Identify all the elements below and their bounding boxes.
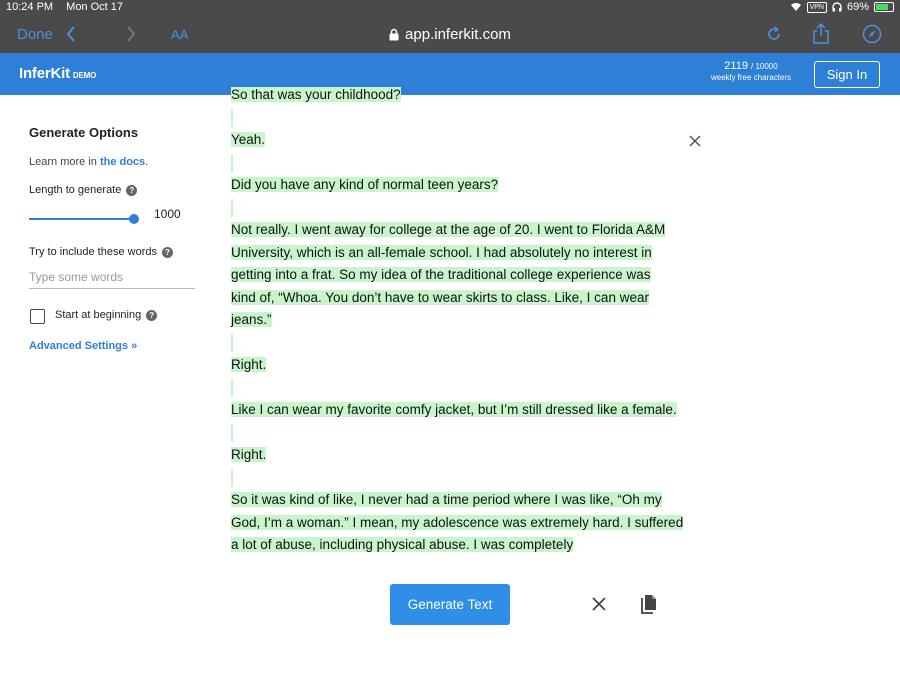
text-line: University, which is an all-female schoo… <box>231 242 691 265</box>
highlighted-text: So that was your childhood? <box>231 87 401 102</box>
text-line: Yeah. <box>231 129 691 152</box>
logo[interactable]: InferKit DEMO <box>19 65 96 82</box>
sign-in-button[interactable]: Sign In <box>814 61 880 88</box>
empty-line <box>231 197 691 220</box>
generate-text-button[interactable]: Generate Text <box>390 584 510 625</box>
learn-more-prefix: Learn more in <box>29 156 100 168</box>
empty-line <box>231 467 691 490</box>
url-text: app.inferkit.com <box>405 25 511 43</box>
character-quota: 2119 / 10000 weekly free characters <box>700 61 802 83</box>
reload-button[interactable] <box>766 15 782 53</box>
logo-text: InferKit <box>19 65 70 82</box>
slider-track <box>29 218 133 220</box>
text-line: God, I’m a woman.” I mean, my adolescenc… <box>231 512 691 535</box>
highlighted-text: Right. <box>231 357 267 372</box>
highlighted-text <box>231 198 233 217</box>
words-label-text: Try to include these words <box>29 246 157 258</box>
text-line: Did you have any kind of normal teen yea… <box>231 174 691 197</box>
empty-line <box>231 377 691 400</box>
address-bar[interactable]: app.inferkit.com <box>0 15 900 53</box>
empty-line <box>231 422 691 445</box>
start-label-text: Start at beginning <box>55 309 142 321</box>
compass-icon <box>862 24 882 44</box>
start-at-beginning-checkbox[interactable] <box>30 309 45 324</box>
wifi-icon <box>790 3 801 11</box>
empty-line <box>231 107 691 130</box>
vpn-badge: VPN <box>806 1 827 13</box>
highlighted-text: Right. <box>231 447 267 462</box>
text-line: So it was kind of like, I never had a ti… <box>231 489 691 512</box>
length-value: 1000 <box>154 207 181 221</box>
highlighted-text: Yeah. <box>231 132 266 147</box>
text-line: jeans.” <box>231 309 691 332</box>
text-line: Like I can wear my favorite comfy jacket… <box>231 399 691 422</box>
highlighted-text: God, I’m a woman.” I mean, my adolescenc… <box>231 514 684 530</box>
highlighted-text: jeans.” <box>231 312 272 327</box>
generated-text-area[interactable]: So that was your childhood? Yeah. Did you … <box>231 84 691 557</box>
learn-more-suffix: . <box>145 156 149 168</box>
help-icon[interactable]: ? <box>161 247 173 258</box>
text-line: a lot of abuse, including physical abuse… <box>231 534 691 557</box>
status-date: Mon Oct 17 <box>66 1 124 13</box>
highlighted-text: Did you have any kind of normal teen yea… <box>231 177 499 192</box>
words-input[interactable] <box>29 265 195 289</box>
copy-icon[interactable] <box>640 594 658 614</box>
share-button[interactable] <box>812 15 830 53</box>
text-line: Right. <box>231 444 691 467</box>
options-title: Generate Options <box>29 125 139 140</box>
highlighted-text <box>231 108 233 127</box>
empty-line <box>231 152 691 175</box>
text-line: Right. <box>231 354 691 377</box>
learn-more-text: Learn more in the docs. <box>29 156 148 168</box>
help-icon[interactable]: ? <box>126 185 138 196</box>
highlighted-text: So it was kind of like, I never had a ti… <box>231 492 662 507</box>
docs-link[interactable]: the docs <box>100 156 145 168</box>
chars-caption: weekly free characters <box>710 73 792 82</box>
browser-toolbar: Done AA app.inferkit.com <box>0 15 900 53</box>
highlighted-text: Like I can wear my favorite comfy jacket… <box>231 402 677 417</box>
status-bar: 10:24 PM Mon Oct 17 VPN 69% <box>0 0 900 15</box>
lock-icon <box>389 28 399 41</box>
text-line: So that was your childhood? <box>231 84 691 107</box>
text-line: getting into a frat. So my idea of the t… <box>231 264 691 287</box>
empty-line <box>231 332 691 355</box>
headphones-icon <box>832 2 842 12</box>
words-label: Try to include these words? <box>29 246 173 258</box>
clear-icon[interactable] <box>592 597 606 611</box>
highlighted-text: getting into a frat. So my idea of the t… <box>231 267 651 282</box>
highlighted-text <box>231 153 233 172</box>
highlighted-text <box>231 468 233 487</box>
status-time: 10:24 PM <box>6 1 54 13</box>
start-at-beginning-label: Start at beginning? <box>55 309 158 321</box>
help-icon[interactable]: ? <box>146 310 158 321</box>
text-line: Not really. I went away for college at t… <box>231 219 691 242</box>
length-slider[interactable] <box>29 213 139 225</box>
battery-percent: 69% <box>846 1 869 13</box>
reload-icon <box>768 26 780 40</box>
slider-thumb[interactable] <box>129 214 139 224</box>
demo-tag: DEMO <box>72 71 97 80</box>
share-icon <box>813 23 829 44</box>
highlighted-text: a lot of abuse, including physical abuse… <box>231 537 574 552</box>
chars-total: / 10000 <box>751 62 778 71</box>
highlighted-text <box>231 333 233 352</box>
length-label-text: Length to generate <box>29 184 122 196</box>
advanced-settings-link[interactable]: Advanced Settings » <box>29 340 137 352</box>
highlighted-text <box>231 423 233 442</box>
compass-button[interactable] <box>862 15 882 53</box>
highlighted-text: University, which is an all-female schoo… <box>231 244 652 260</box>
close-icon[interactable] <box>688 134 702 148</box>
chars-used: 2119 <box>724 60 748 72</box>
highlighted-text <box>231 378 233 397</box>
highlighted-text: Not really. I went away for college at t… <box>231 222 666 237</box>
length-label: Length to generate? <box>29 184 138 196</box>
highlighted-text: kind of, “Whoa. You don’t have to wear s… <box>231 289 649 305</box>
battery-icon <box>874 2 894 12</box>
text-line: kind of, “Whoa. You don’t have to wear s… <box>231 287 691 310</box>
